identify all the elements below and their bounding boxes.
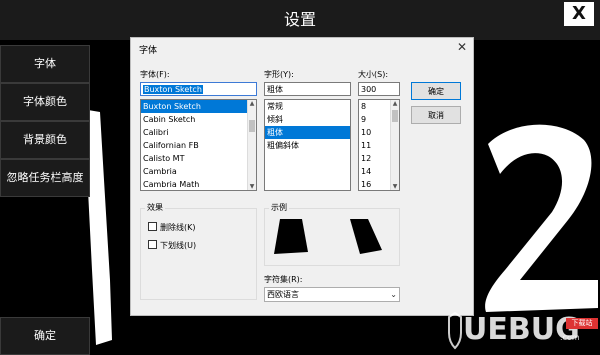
list-item[interactable]: 粗偏斜体 xyxy=(265,139,350,152)
charset-select[interactable]: 西欧语言 ⌄ xyxy=(264,287,400,302)
sidebar-item-font[interactable]: 字体 xyxy=(0,45,90,83)
title-bar: 设置 X xyxy=(0,0,600,32)
scroll-thumb[interactable] xyxy=(392,110,398,122)
font-style-list[interactable]: 常规 倾斜 粗体 粗偏斜体 xyxy=(264,99,351,191)
sample-preview xyxy=(274,219,382,254)
scroll-down-icon[interactable]: ▼ xyxy=(248,183,256,190)
close-button[interactable]: X xyxy=(564,2,594,26)
sidebar-item-ignore-taskbar[interactable]: 忽略任务栏高度 xyxy=(0,159,90,197)
list-item[interactable]: Buxton Sketch xyxy=(141,100,256,113)
charset-label: 字符集(R): xyxy=(264,275,303,284)
chevron-down-icon: ⌄ xyxy=(390,290,397,299)
dialog-title: 字体 xyxy=(139,46,158,56)
list-item[interactable]: 粗体 xyxy=(265,126,350,139)
strikeout-label: 删除线(K) xyxy=(160,223,196,232)
sample-label: 示例 xyxy=(269,202,289,213)
sample-glyph-right xyxy=(350,219,382,254)
ok-button[interactable]: 确定 xyxy=(411,82,461,100)
scroll-up-icon[interactable]: ▲ xyxy=(391,100,399,107)
size-list-scrollbar[interactable]: ▲ ▼ xyxy=(390,100,399,190)
font-name-list[interactable]: Buxton Sketch Cabin Sketch Calibri Calif… xyxy=(140,99,257,191)
font-name-value: Buxton Sketch xyxy=(143,85,203,94)
scroll-thumb[interactable] xyxy=(249,120,255,132)
list-item[interactable]: 常规 xyxy=(265,100,350,113)
list-item[interactable]: 倾斜 xyxy=(265,113,350,126)
watermark-shield-icon xyxy=(448,311,462,350)
font-label: 字体(F): xyxy=(140,70,170,79)
sample-glyph-left xyxy=(274,219,308,254)
cancel-button[interactable]: 取消 xyxy=(411,106,461,124)
size-label: 大小(S): xyxy=(358,70,389,79)
list-item[interactable]: Calibri xyxy=(141,126,256,139)
sidebar-item-font-color[interactable]: 字体颜色 xyxy=(0,83,90,121)
dialog-close-icon[interactable]: ✕ xyxy=(457,40,467,54)
strikeout-checkbox[interactable] xyxy=(148,222,157,231)
style-label: 字形(Y): xyxy=(264,70,294,79)
list-item[interactable]: Cambria Math xyxy=(141,178,256,190)
glyph-two xyxy=(485,124,598,312)
list-item[interactable]: Calisto MT xyxy=(141,152,256,165)
watermark-domain: .com xyxy=(560,333,580,342)
confirm-button[interactable]: 确定 xyxy=(0,317,90,355)
underline-label: 下划线(U) xyxy=(160,241,197,250)
font-list-scrollbar[interactable]: ▲ ▼ xyxy=(247,100,256,190)
underline-checkbox[interactable] xyxy=(148,240,157,249)
list-item[interactable]: Californian FB xyxy=(141,139,256,152)
watermark-badge: 下载站 xyxy=(566,318,598,329)
effects-group xyxy=(140,208,257,300)
sidebar-item-background-color[interactable]: 背景颜色 xyxy=(0,121,90,159)
list-item[interactable]: Cambria xyxy=(141,165,256,178)
scroll-up-icon[interactable]: ▲ xyxy=(248,100,256,107)
font-style-input[interactable]: 粗体 xyxy=(264,82,351,96)
font-size-list[interactable]: 8 9 10 11 12 14 16 ▲ ▼ xyxy=(358,99,400,191)
effects-label: 效果 xyxy=(145,202,165,213)
list-item[interactable]: Cabin Sketch xyxy=(141,113,256,126)
scroll-down-icon[interactable]: ▼ xyxy=(391,183,399,190)
font-size-input[interactable]: 300 xyxy=(358,82,400,96)
font-name-input[interactable]: Buxton Sketch xyxy=(140,82,257,96)
font-dialog: 字体 ✕ 字体(F): Buxton Sketch Buxton Sketch … xyxy=(130,37,474,316)
charset-value: 西欧语言 xyxy=(267,290,299,299)
glyph-left-stroke xyxy=(88,110,112,345)
window-title: 设置 xyxy=(283,10,316,29)
